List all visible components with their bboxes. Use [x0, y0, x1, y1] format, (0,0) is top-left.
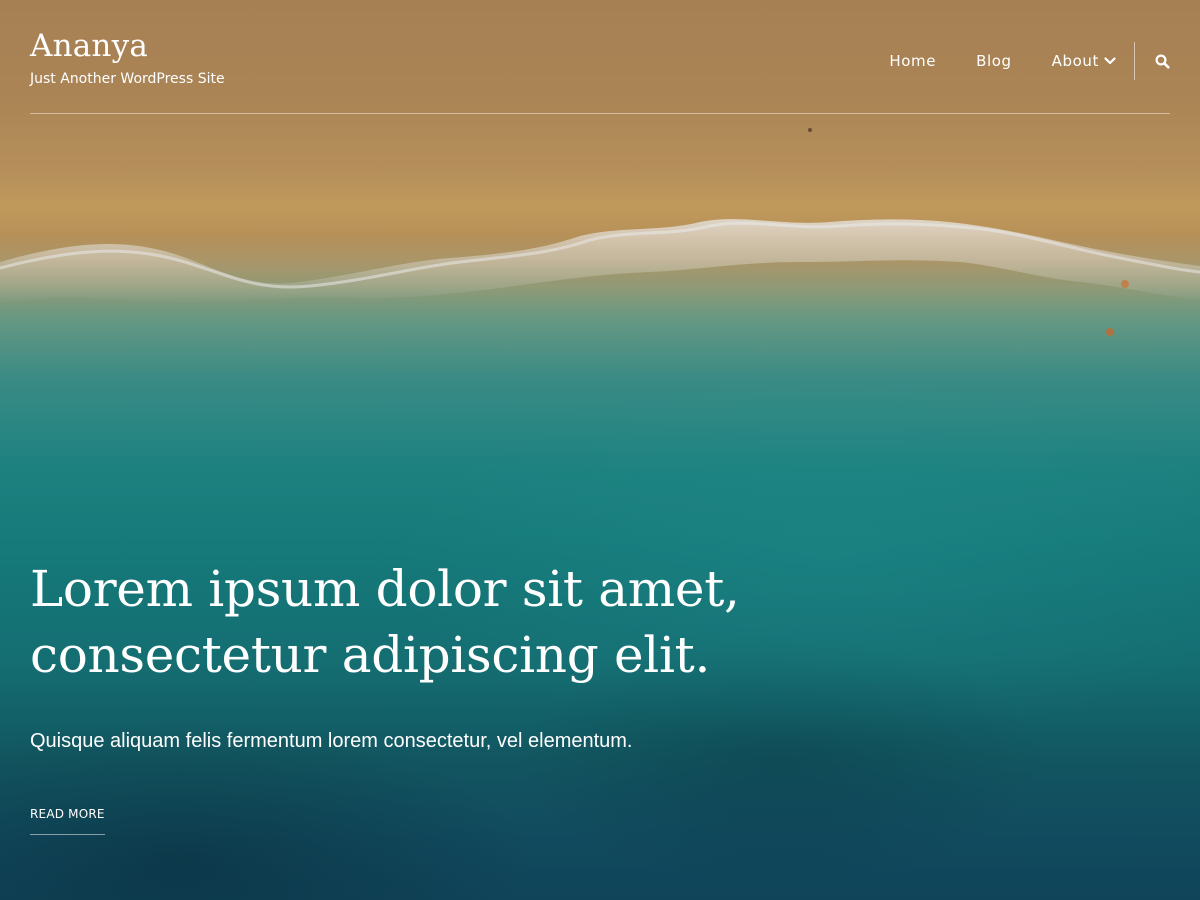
search-icon [1154, 53, 1170, 69]
hero-section: Ananya Just Another WordPress Site Home … [0, 0, 1200, 900]
nav-divider [1134, 42, 1135, 80]
nav-item-about-label: About [1051, 52, 1099, 70]
hero-subheading: Quisque aliquam felis fermentum lorem co… [30, 730, 633, 752]
nav-item-home[interactable]: Home [889, 52, 936, 70]
nav-item-blog-label: Blog [976, 52, 1012, 70]
hero-heading-line-2: consectetur adipiscing elit. [30, 626, 711, 684]
nav-item-about[interactable]: About [1052, 52, 1116, 70]
main-navigation: Home Blog About [889, 42, 1170, 80]
site-header: Ananya Just Another WordPress Site Home … [30, 0, 1170, 114]
search-button[interactable] [1154, 53, 1170, 69]
hero-content: Lorem ipsum dolor sit amet, consectetur … [30, 556, 790, 835]
chevron-down-icon[interactable] [1104, 57, 1116, 65]
read-more-link[interactable]: READ MORE [30, 807, 105, 835]
nav-item-blog[interactable]: Blog [976, 52, 1012, 70]
nav-item-home-label: Home [889, 52, 937, 70]
hero-heading-line-1: Lorem ipsum dolor sit amet, [30, 560, 740, 618]
background-overlay [0, 0, 1200, 900]
site-title[interactable]: Ananya [30, 31, 148, 62]
hero-heading: Lorem ipsum dolor sit amet, consectetur … [30, 556, 790, 688]
site-tagline: Just Another WordPress Site [30, 71, 225, 87]
